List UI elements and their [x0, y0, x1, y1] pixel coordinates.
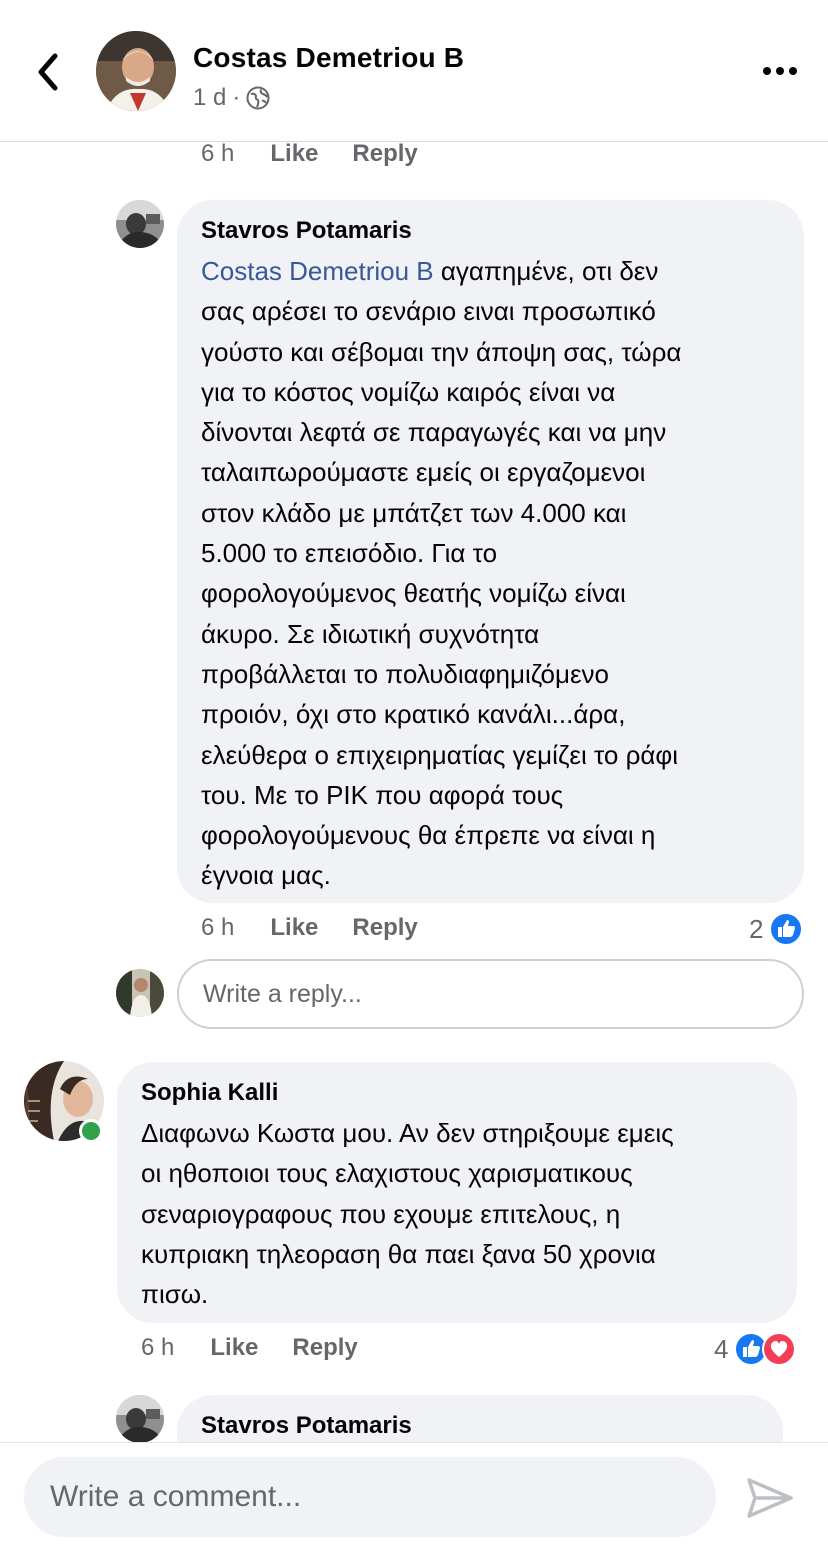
- comment-author[interactable]: Stavros Potamaris: [201, 217, 412, 245]
- reaction-summary[interactable]: 2: [749, 912, 804, 946]
- like-button[interactable]: Like: [210, 1334, 258, 1362]
- send-button[interactable]: [742, 1473, 798, 1523]
- like-reaction-icon: [769, 912, 804, 946]
- comment-time: 6 h: [201, 140, 235, 167]
- author-avatar[interactable]: [96, 31, 176, 111]
- more-options-button[interactable]: [758, 56, 802, 86]
- reply-button[interactable]: Reply: [352, 914, 417, 942]
- post-meta: 1 d ·: [193, 84, 270, 112]
- commenter-avatar[interactable]: [116, 1395, 164, 1443]
- reaction-count: 2: [749, 913, 764, 944]
- comment-actions: 6 h Like Reply: [201, 140, 452, 168]
- online-indicator: [79, 1119, 103, 1143]
- comment-text: Costas Demetriou B αγαπημένε, οτι δεν σα…: [201, 251, 681, 896]
- mention-link[interactable]: Costas Demetriou B: [201, 256, 434, 286]
- chevron-left-icon: [38, 53, 58, 91]
- comment-bubble: Sophia Kalli Διαφωνω Κωστα μου. Αν δεν σ…: [117, 1062, 797, 1323]
- post-time: 1 d: [193, 84, 227, 111]
- current-user-avatar: [116, 969, 164, 1017]
- like-button[interactable]: Like: [270, 140, 318, 168]
- comment-author[interactable]: Stavros Potamaris: [201, 1412, 412, 1440]
- back-button[interactable]: [26, 46, 70, 98]
- post-header: Costas Demetriou B 1 d ·: [0, 0, 828, 142]
- reaction-count: 4: [714, 1333, 729, 1364]
- comment-actions: 6 h Like Reply: [201, 914, 452, 942]
- comment-composer: Write a comment...: [0, 1442, 828, 1547]
- comment-body: αγαπημένε, οτι δεν σας αρέσει το σενάριο…: [201, 256, 682, 891]
- love-reaction-icon: [762, 1332, 797, 1366]
- comment-author[interactable]: Sophia Kalli: [141, 1079, 278, 1107]
- post-author-name[interactable]: Costas Demetriou B: [193, 42, 464, 74]
- reply-input[interactable]: Write a reply...: [177, 959, 804, 1029]
- comment-time: 6 h: [201, 914, 235, 941]
- like-button[interactable]: Like: [270, 914, 318, 942]
- commenter-avatar[interactable]: [116, 200, 164, 248]
- reaction-summary[interactable]: 4: [714, 1332, 797, 1366]
- more-horizontal-icon: [763, 67, 797, 75]
- reply-button[interactable]: Reply: [292, 1334, 357, 1362]
- comment-actions: 6 h Like Reply: [141, 1334, 392, 1362]
- comment-input[interactable]: Write a comment...: [24, 1457, 716, 1537]
- comment-time: 6 h: [141, 1334, 175, 1361]
- comment-bubble: Stavros Potamaris Costas Demetriou B αγα…: [177, 200, 804, 903]
- comment-body: Διαφωνω Κωστα μου. Αν δεν στηριξουμε εμε…: [141, 1118, 674, 1310]
- send-icon: [747, 1478, 793, 1518]
- globe-icon: [246, 86, 270, 110]
- reply-button[interactable]: Reply: [352, 140, 417, 168]
- meta-separator: ·: [232, 84, 241, 111]
